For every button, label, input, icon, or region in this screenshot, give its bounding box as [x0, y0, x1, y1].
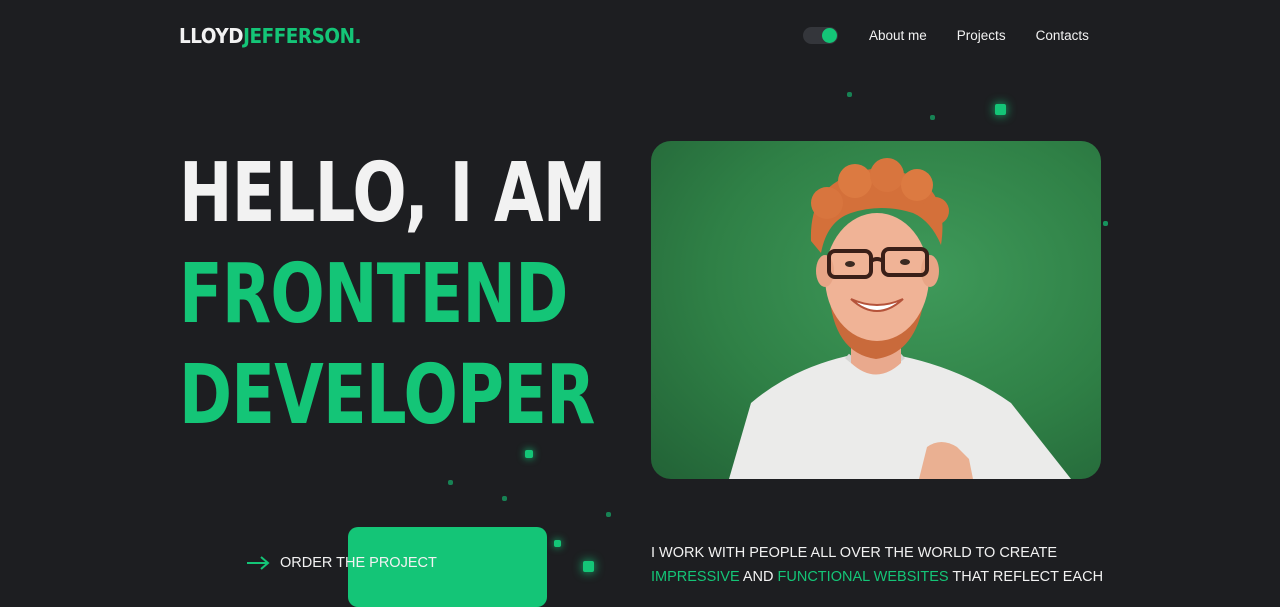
about-line-2: IMPRESSIVE AND FUNCTIONAL WEBSITES THAT …: [651, 565, 1104, 589]
theme-toggle-knob: [822, 28, 837, 43]
page: LLOYDJEFFERSON. About me Projects Contac…: [0, 0, 1280, 607]
hero-line-frontend: FRONTEND: [179, 247, 568, 342]
main-nav: About me Projects Contacts: [869, 27, 1089, 45]
about-line-1: I WORK WITH PEOPLE ALL OVER THE WORLD TO…: [651, 545, 1058, 561]
particle: [448, 480, 453, 485]
site-header: LLOYDJEFFERSON. About me Projects Contac…: [0, 0, 1280, 72]
profile-photo-illustration: [729, 158, 1071, 479]
about-accent-impressive: IMPRESSIVE: [651, 569, 740, 585]
particle: [930, 115, 935, 120]
nav-about-me[interactable]: About me: [869, 27, 927, 45]
particle: [847, 92, 852, 97]
hero-title: HELLO, I AM FRONTEND DEVELOPER: [179, 143, 606, 446]
logo[interactable]: LLOYDJEFFERSON.: [179, 24, 362, 48]
hero-line-developer: DEVELOPER: [179, 348, 595, 443]
hero-line-hello: HELLO, I AM: [179, 146, 606, 241]
logo-last-name: JEFFERSON.: [243, 24, 362, 48]
order-project-button[interactable]: ORDER THE PROJECT: [246, 554, 437, 572]
particle: [554, 540, 561, 547]
profile-photo: [651, 141, 1101, 479]
particle: [502, 496, 507, 501]
order-project-label: ORDER THE PROJECT: [280, 555, 437, 571]
about-and: AND: [742, 569, 774, 585]
theme-toggle[interactable]: [803, 27, 838, 44]
about-text: I WORK WITH PEOPLE ALL OVER THE WORLD TO…: [651, 541, 1104, 589]
nav-projects[interactable]: Projects: [957, 27, 1006, 45]
logo-first-name: LLOYD: [179, 24, 244, 48]
particle: [583, 561, 594, 572]
particle: [1103, 221, 1108, 226]
particle: [606, 512, 611, 517]
about-tail: THAT REFLECT EACH: [952, 569, 1104, 585]
arrow-right-icon: [247, 556, 270, 570]
particle: [995, 104, 1006, 115]
about-accent-functional: FUNCTIONAL WEBSITES: [777, 569, 949, 585]
nav-contacts[interactable]: Contacts: [1036, 27, 1089, 45]
particle: [525, 450, 533, 458]
